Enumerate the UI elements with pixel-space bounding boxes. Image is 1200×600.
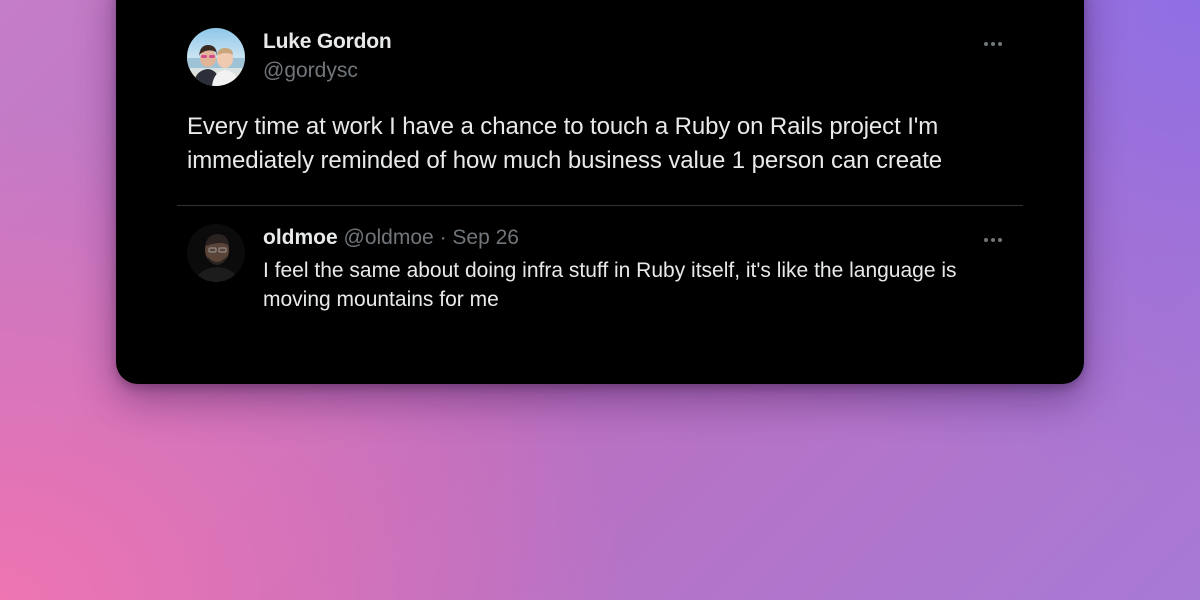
- tweet-text: Every time at work I have a chance to to…: [187, 113, 943, 174]
- dot: [984, 42, 988, 46]
- author-handle[interactable]: @gordysc: [263, 59, 358, 83]
- author-avatar-image: [187, 28, 245, 86]
- dot: [984, 238, 988, 242]
- reply-author-name[interactable]: oldmoe: [263, 226, 338, 249]
- reply-header: oldmoe @oldmoe · Sep 26: [263, 226, 519, 250]
- author-avatar[interactable]: [187, 28, 245, 86]
- author-name[interactable]: Luke Gordon: [263, 30, 392, 54]
- dot: [991, 42, 995, 46]
- reply-separator: ·: [439, 226, 447, 249]
- tweet-card: Luke Gordon @gordysc Every time at work …: [116, 0, 1084, 384]
- reply-author-handle[interactable]: @oldmoe: [344, 226, 434, 249]
- dot: [991, 238, 995, 242]
- reply-author-avatar[interactable]: [187, 224, 245, 282]
- divider: [177, 205, 1023, 206]
- more-options-icon[interactable]: [980, 38, 1006, 50]
- dot: [998, 42, 1002, 46]
- reply-author-avatar-image: [187, 224, 245, 282]
- reply-more-options-icon[interactable]: [980, 234, 1006, 246]
- dot: [998, 238, 1002, 242]
- reply-text: I feel the same about doing infra stuff …: [263, 259, 957, 311]
- reply-date[interactable]: Sep 26: [452, 226, 519, 249]
